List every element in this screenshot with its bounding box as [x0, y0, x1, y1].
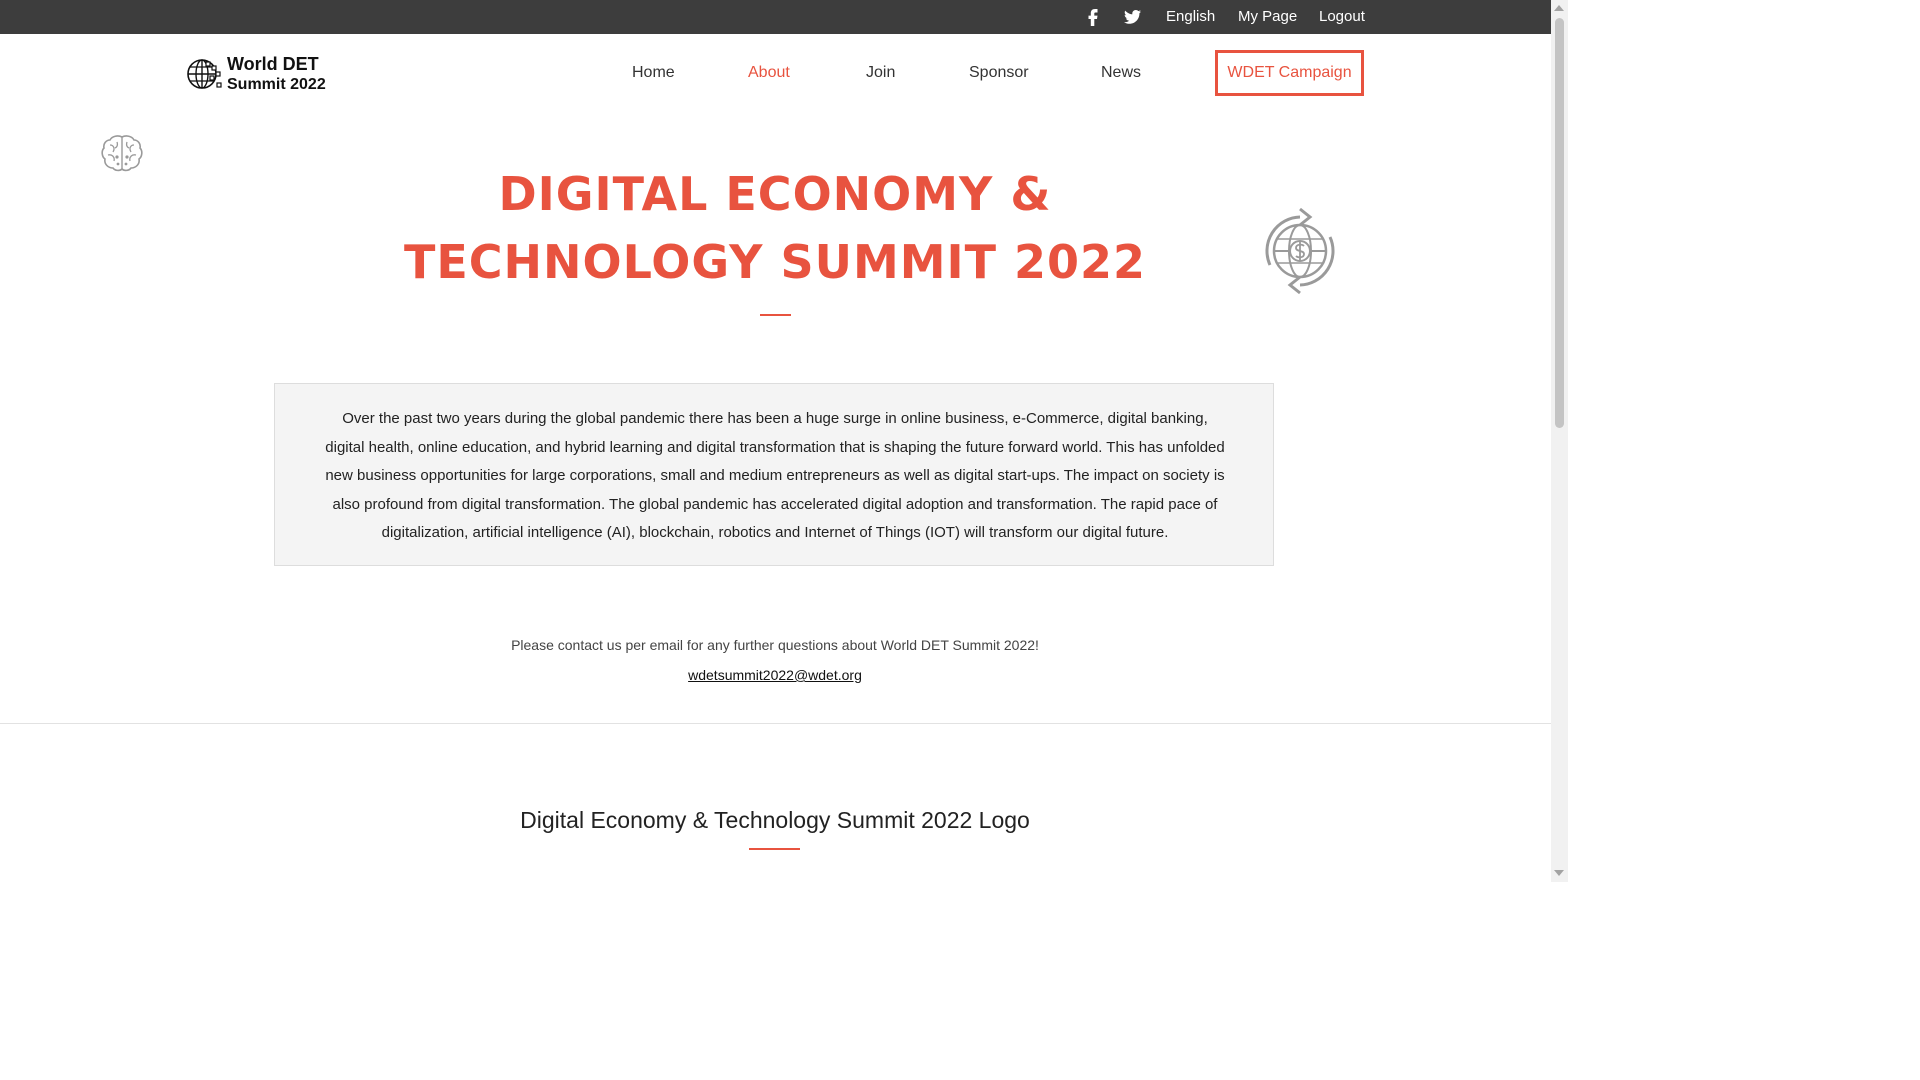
contact-email-link[interactable]: wdetsummit2022@wdet.org	[688, 667, 862, 683]
nav-home[interactable]: Home	[632, 62, 675, 84]
logo-line-1: World DET	[227, 54, 319, 74]
hero-title: DIGITAL ECONOMY & TECHNOLOGY SUMMIT 2022	[300, 160, 1250, 296]
twitter-icon[interactable]	[1123, 0, 1142, 34]
nav-sponsor[interactable]: Sponsor	[969, 62, 1029, 84]
facebook-icon[interactable]	[1087, 0, 1099, 34]
hero-title-line-1: DIGITAL ECONOMY &	[498, 167, 1052, 221]
hero-title-line-2: TECHNOLOGY SUMMIT 2022	[403, 235, 1147, 289]
logout-link[interactable]: Logout	[1319, 0, 1365, 34]
logo-text: World DET Summit 2022	[227, 54, 326, 95]
nav-join[interactable]: Join	[866, 62, 895, 84]
language-selector[interactable]: English	[1166, 0, 1215, 34]
globe-grid-logo-icon	[187, 59, 222, 89]
intro-box: Over the past two years during the globa…	[274, 383, 1274, 566]
top-utility-bar: English My Page Logout	[0, 0, 1551, 34]
contact-text: Please contact us per email for any furt…	[511, 637, 1039, 653]
intro-text: Over the past two years during the globa…	[325, 410, 1225, 542]
nav-wdet-campaign-button[interactable]: WDET Campaign	[1215, 50, 1364, 96]
logo-section-divider	[749, 848, 800, 850]
contact-email-wrap: wdetsummit2022@wdet.org	[274, 664, 1276, 686]
logo-line-2: Summit 2022	[227, 76, 326, 93]
page-scrollbar[interactable]	[1551, 0, 1568, 882]
scroll-down-arrow-icon[interactable]	[1554, 870, 1564, 876]
nav-about[interactable]: About	[748, 62, 790, 84]
hero-divider	[760, 314, 791, 316]
section-divider	[0, 723, 1551, 724]
scroll-up-arrow-icon[interactable]	[1554, 5, 1564, 11]
globe-dollar-icon	[1252, 203, 1348, 304]
scroll-thumb[interactable]	[1555, 18, 1564, 428]
logo-section-title: Digital Economy & Technology Summit 2022…	[520, 807, 1030, 833]
my-page-link[interactable]: My Page	[1238, 0, 1297, 34]
brain-icon	[100, 133, 144, 178]
page: English My Page Logout World DET Summit …	[0, 0, 1568, 882]
nav-news[interactable]: News	[1101, 62, 1141, 84]
